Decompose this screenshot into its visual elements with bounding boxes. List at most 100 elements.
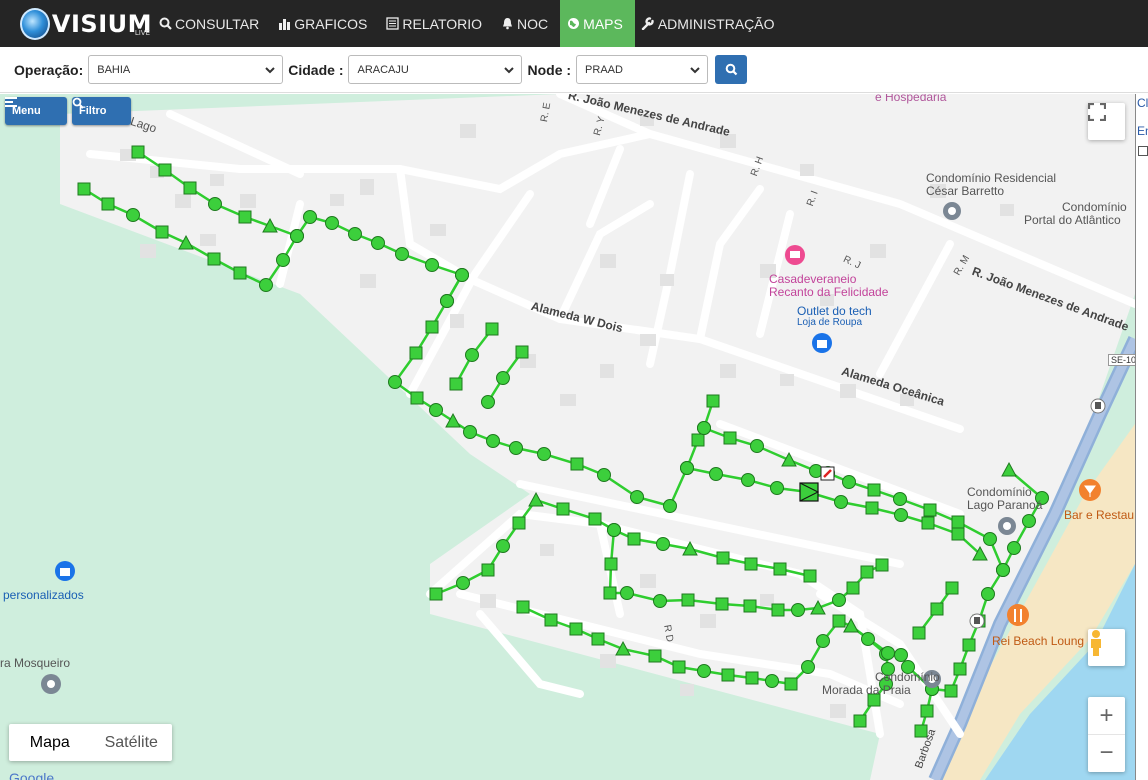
network-node-square[interactable] xyxy=(912,626,926,640)
network-node-square[interactable] xyxy=(951,527,965,541)
zoom-in-button[interactable]: + xyxy=(1088,698,1125,735)
network-node-circle[interactable] xyxy=(881,646,895,660)
network-node-circle[interactable] xyxy=(741,473,755,487)
network-node-square[interactable] xyxy=(930,602,944,616)
network-node-square[interactable] xyxy=(743,599,757,613)
node-select[interactable]: PRAAD xyxy=(576,55,709,84)
network-node-circle[interactable] xyxy=(290,229,304,243)
network-node-square[interactable] xyxy=(410,391,424,405)
network-node-circle[interactable] xyxy=(481,395,495,409)
bus-stop-icon[interactable] xyxy=(969,613,985,629)
network-node-square[interactable] xyxy=(515,345,529,359)
network-node-square[interactable] xyxy=(875,558,889,572)
network-node-circle[interactable] xyxy=(630,490,644,504)
network-node-square[interactable] xyxy=(951,515,965,529)
network-node-square[interactable] xyxy=(867,483,881,497)
network-node-circle[interactable] xyxy=(816,634,830,648)
network-node-circle[interactable] xyxy=(996,563,1010,577)
network-node-circle[interactable] xyxy=(509,441,523,455)
network-node-square[interactable] xyxy=(832,614,846,628)
shopping-pin-icon[interactable] xyxy=(55,561,75,581)
network-node-circle[interactable] xyxy=(832,593,846,607)
network-node-square[interactable] xyxy=(591,632,605,646)
network-node-square[interactable] xyxy=(846,581,860,595)
network-node-square[interactable] xyxy=(158,163,172,177)
network-node-circle[interactable] xyxy=(894,648,908,662)
network-node-square[interactable] xyxy=(409,346,423,360)
network-node-square[interactable] xyxy=(570,457,584,471)
network-node-square[interactable] xyxy=(773,562,787,576)
network-node-square[interactable] xyxy=(425,320,439,334)
node-hub-marker[interactable] xyxy=(799,482,819,502)
network-node-circle[interactable] xyxy=(455,268,469,282)
network-node-square[interactable] xyxy=(556,502,570,516)
network-node-circle[interactable] xyxy=(893,492,907,506)
poi-pin-icon[interactable] xyxy=(998,517,1016,535)
search-button[interactable] xyxy=(715,55,748,84)
network-node-square[interactable] xyxy=(155,225,169,239)
network-node-square[interactable] xyxy=(233,266,247,280)
network-node-square[interactable] xyxy=(603,586,617,600)
network-node-circle[interactable] xyxy=(276,253,290,267)
network-node-circle[interactable] xyxy=(834,495,848,509)
network-node-circle[interactable] xyxy=(653,594,667,608)
network-node-square[interactable] xyxy=(691,433,705,447)
network-node-circle[interactable] xyxy=(765,674,779,688)
network-node-square[interactable] xyxy=(449,377,463,391)
network-node-circle[interactable] xyxy=(537,447,551,461)
network-node-square[interactable] xyxy=(485,322,499,336)
network-node-circle[interactable] xyxy=(861,632,875,646)
network-node-square[interactable] xyxy=(853,714,867,728)
network-node-square[interactable] xyxy=(588,512,602,526)
poi-pin-icon[interactable] xyxy=(943,202,961,220)
network-node-square[interactable] xyxy=(953,662,967,676)
network-node-square[interactable] xyxy=(920,704,934,718)
network-node-circle[interactable] xyxy=(496,539,510,553)
shopping-pin-icon[interactable] xyxy=(812,333,832,353)
network-node-square[interactable] xyxy=(429,587,443,601)
network-node-circle[interactable] xyxy=(429,403,443,417)
visium-logo[interactable]: VISIUM LIVE xyxy=(0,0,152,47)
network-node-circle[interactable] xyxy=(842,475,856,489)
network-node-square[interactable] xyxy=(962,638,976,652)
network-node-circle[interactable] xyxy=(983,532,997,546)
network-node-square[interactable] xyxy=(569,622,583,636)
network-node-circle[interactable] xyxy=(496,371,510,385)
nav-noc[interactable]: NOC xyxy=(494,0,560,47)
network-node-circle[interactable] xyxy=(697,421,711,435)
network-node-square[interactable] xyxy=(101,197,115,211)
network-node-square[interactable] xyxy=(803,569,817,583)
network-node-circle[interactable] xyxy=(440,294,454,308)
network-node-circle[interactable] xyxy=(607,523,621,537)
network-node-square[interactable] xyxy=(723,431,737,445)
network-node-square[interactable] xyxy=(944,684,958,698)
poi-pin-icon[interactable] xyxy=(785,245,805,265)
network-node-circle[interactable] xyxy=(680,461,694,475)
network-node-circle[interactable] xyxy=(486,434,500,448)
network-node-square[interactable] xyxy=(715,597,729,611)
cidade-select[interactable]: ARACAJU xyxy=(348,55,523,84)
network-node-circle[interactable] xyxy=(663,499,677,513)
network-node-square[interactable] xyxy=(681,593,695,607)
network-node-square[interactable] xyxy=(745,671,759,685)
network-node-circle[interactable] xyxy=(697,664,711,678)
nav-maps[interactable]: MAPS xyxy=(560,0,635,47)
poi-pin-icon[interactable] xyxy=(41,674,61,694)
map-type-mapa[interactable]: Mapa xyxy=(9,724,91,761)
network-node-square[interactable] xyxy=(512,516,526,530)
network-node-circle[interactable] xyxy=(1007,541,1021,555)
network-node-square[interactable] xyxy=(207,252,221,266)
network-node-square[interactable] xyxy=(183,181,197,195)
operacao-select[interactable]: BAHIA xyxy=(88,55,284,84)
network-node-circle[interactable] xyxy=(456,576,470,590)
network-node-square[interactable] xyxy=(706,394,720,408)
network-node-square[interactable] xyxy=(860,565,874,579)
network-node-square[interactable] xyxy=(744,557,758,571)
bus-stop-icon[interactable] xyxy=(1090,398,1106,414)
network-node-circle[interactable] xyxy=(325,216,339,230)
map-canvas[interactable]: e Hospedaria Condomínio Residencial Césa… xyxy=(0,94,1135,780)
network-node-circle[interactable] xyxy=(425,258,439,272)
bar-pin-icon[interactable] xyxy=(1079,479,1101,501)
network-node-circle[interactable] xyxy=(259,278,273,292)
nav-relatorio[interactable]: RELATORIO xyxy=(379,0,494,47)
